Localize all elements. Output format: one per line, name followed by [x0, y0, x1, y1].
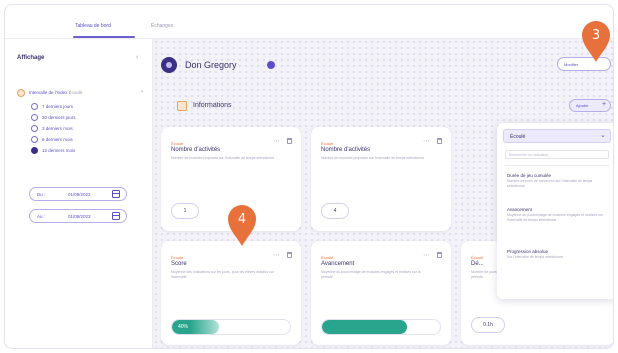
- option-description: Nombre de jours de connexion sur l'inter…: [507, 179, 593, 188]
- option-title: Progression absolue: [507, 249, 549, 254]
- trash-icon[interactable]: [437, 138, 442, 144]
- more-menu-icon[interactable]: ⋯: [273, 251, 280, 259]
- radio-label: 30 derniers jours: [42, 115, 76, 120]
- step-marker-4: 4: [227, 205, 257, 247]
- divider: [505, 165, 609, 166]
- radio-label: 12 derniers mois: [42, 148, 76, 153]
- select-value: Écoulé: [510, 133, 526, 140]
- progress-label: 40%: [178, 324, 189, 330]
- card-tag: Écoulé: [321, 141, 334, 146]
- more-menu-icon[interactable]: ⋯: [423, 137, 430, 145]
- progress-bar: 40%: [171, 319, 291, 335]
- main-panel: Don Gregory Modifier Informations Ajoute…: [153, 39, 613, 348]
- step-number: 4: [237, 212, 247, 227]
- radio-30-days[interactable]: 30 derniers jours: [31, 114, 141, 122]
- tab-exchanges[interactable]: Échanges: [151, 23, 173, 29]
- indicator-dropdown: Écoulé ⌄ Rechercher un indicateur Durée …: [497, 123, 613, 299]
- radio-7-days[interactable]: 7 derniers jours: [31, 103, 141, 111]
- card-title: Dé...: [471, 261, 484, 267]
- card-title: Avancement: [321, 261, 355, 267]
- dropdown-option[interactable]: Durée de jeu cumulée Nombre de jours de …: [507, 173, 607, 189]
- informations-icon: [177, 101, 187, 111]
- option-title: Avancement: [507, 207, 532, 212]
- card-tag: Écoulé: [171, 141, 184, 146]
- collapse-chevron-icon[interactable]: ‹: [136, 54, 138, 61]
- progress-bar: [321, 319, 441, 335]
- user-name: Don Gregory: [185, 60, 237, 70]
- tab-dashboard[interactable]: Tableau de bord: [75, 23, 111, 29]
- calendar-icon[interactable]: [112, 212, 120, 220]
- plus-icon: +: [602, 101, 607, 108]
- card-value: 4: [321, 203, 349, 219]
- radio-circle: [31, 114, 38, 121]
- interval-label: Intervalle de l'index Écoulé: [29, 90, 83, 95]
- radio-6-months[interactable]: 6 derniers mois: [31, 136, 141, 144]
- radio-circle: [31, 125, 38, 132]
- radio-12-months[interactable]: 12 derniers mois: [31, 147, 141, 155]
- indicator-select[interactable]: Écoulé ⌄: [503, 129, 611, 143]
- indicator-search-input[interactable]: Rechercher un indicateur: [505, 150, 609, 159]
- step-marker-3: 3: [581, 21, 611, 63]
- progress-fill: [322, 320, 407, 334]
- option-title: Durée de jeu cumulée: [507, 173, 552, 178]
- radio-label: 6 derniers mois: [42, 137, 73, 142]
- date-to-value: 01/09/2023: [68, 213, 91, 219]
- card-description: Moyenne du pourcentage de modules engagé…: [321, 270, 421, 279]
- date-from-field[interactable]: Du : 01/09/2022: [29, 187, 127, 201]
- indicator-card: Écoulé Score Moyenne des indicateurs sur…: [161, 241, 301, 345]
- dropdown-option[interactable]: Avancement Moyenne du pourcentage de mod…: [507, 207, 607, 223]
- sidebar: Affichage ‹ Intervalle de l'index Écoulé…: [5, 39, 153, 348]
- sidebar-title: Affichage: [17, 55, 45, 61]
- chevron-down-icon: ⌄: [600, 132, 606, 139]
- card-description: Moyenne des indicateurs sur les jours, p…: [171, 270, 274, 279]
- radio-3-months[interactable]: 3 derniers mois: [31, 125, 141, 133]
- active-tab-indicator: [73, 36, 135, 38]
- card-description: Nombre de modules proposés sur l'interva…: [171, 156, 275, 160]
- indicator-card: Écoulé Avancement Moyenne du pourcentage…: [311, 241, 451, 345]
- calendar-icon[interactable]: [112, 190, 120, 198]
- tab-bar: Tableau de bord Échanges: [5, 5, 613, 39]
- chevron-down-icon: ›: [141, 89, 143, 95]
- dropdown-option[interactable]: Progression absolue Sur l'intervalle de …: [507, 249, 607, 260]
- card-value: 1: [171, 203, 199, 219]
- option-description: Moyenne du pourcentage de modules engagé…: [507, 213, 603, 222]
- option-description: Sur l'intervalle de temps sélectionné: [507, 255, 563, 259]
- card-tag: Écoulé: [471, 255, 484, 260]
- radio-circle: [31, 136, 38, 143]
- app-window: Tableau de bord Échanges Affichage ‹ Int…: [4, 4, 614, 349]
- trash-icon[interactable]: [287, 252, 292, 258]
- card-tag: Écoulé: [321, 255, 334, 260]
- trash-icon[interactable]: [287, 138, 292, 144]
- card-tag: Écoulé: [171, 255, 184, 260]
- date-from-value: 01/09/2022: [68, 191, 91, 197]
- radio-circle: [31, 103, 38, 110]
- date-from-prefix: Du :: [37, 191, 46, 197]
- date-to-field[interactable]: Au : 01/09/2023: [29, 209, 127, 223]
- step-number: 3: [591, 28, 601, 43]
- card-title: Score: [171, 261, 187, 267]
- add-indicator-button[interactable]: Ajouter +: [569, 99, 611, 112]
- indicator-card: Écoulé Nombre d'activités Nombre de modu…: [311, 127, 451, 231]
- card-value: 0.1h: [471, 317, 505, 333]
- info-badge-icon[interactable]: [267, 61, 275, 69]
- radio-label: 3 derniers mois: [42, 126, 73, 131]
- avatar[interactable]: [161, 57, 177, 73]
- trash-icon[interactable]: [437, 252, 442, 258]
- interval-selector[interactable]: Intervalle de l'index Écoulé ›: [17, 89, 147, 99]
- radio-circle: [31, 147, 38, 154]
- card-title: Nombre d'activités: [171, 147, 221, 153]
- interval-icon: [17, 89, 25, 97]
- radio-label: 7 derniers jours: [42, 104, 74, 109]
- section-title: Informations: [193, 102, 232, 109]
- more-menu-icon[interactable]: ⋯: [273, 137, 280, 145]
- card-description: Nombre de modules proposés sur l'interva…: [321, 156, 425, 160]
- date-to-prefix: Au :: [37, 213, 46, 219]
- more-menu-icon[interactable]: ⋯: [423, 251, 430, 259]
- card-title: Nombre d'activités: [321, 147, 371, 153]
